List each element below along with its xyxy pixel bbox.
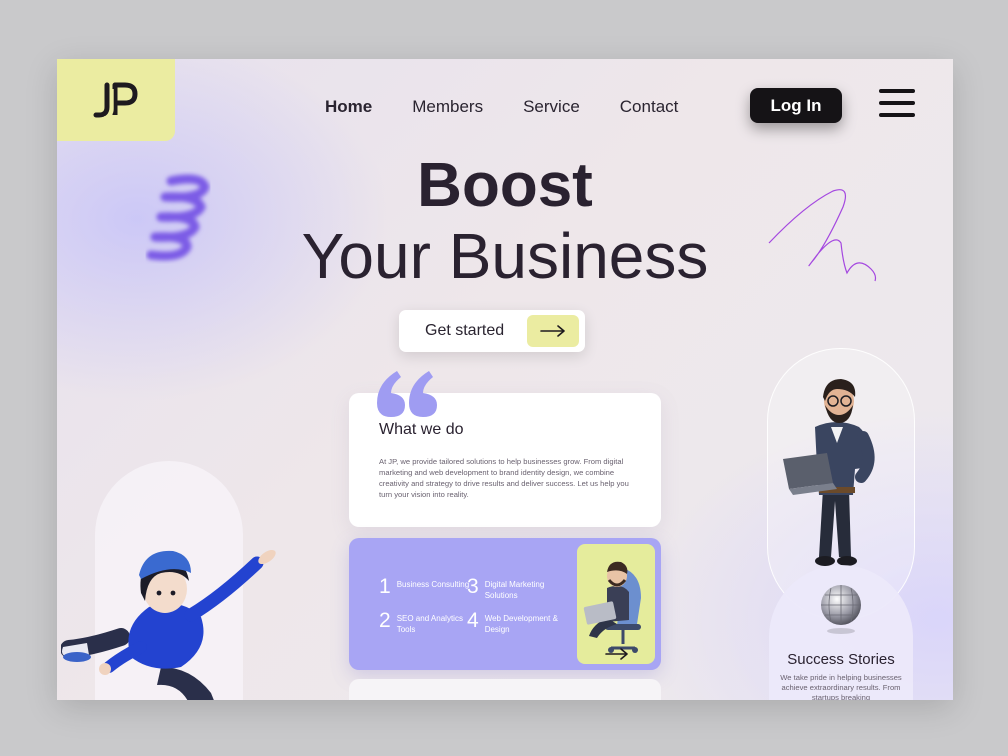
service-label: Web Development & Design (484, 614, 558, 634)
service-label: Digital Marketing Solutions (484, 580, 545, 600)
menu-line (879, 101, 915, 105)
hamburger-icon[interactable] (879, 89, 915, 123)
service-number: 1 (379, 575, 391, 598)
service-item[interactable]: 2 SEO and Analytics Tools (379, 610, 473, 635)
get-started-button[interactable]: Get started (399, 310, 585, 352)
success-stories-title: Success Stories (787, 651, 895, 668)
service-item[interactable]: 3 Digital Marketing Solutions (467, 576, 561, 601)
hero-heading: Boost Your Business (57, 151, 953, 291)
menu-line (879, 89, 915, 93)
services-card: 1 Business Consulting 3 Digital Marketin… (349, 538, 661, 670)
service-label: Business Consulting (396, 580, 470, 589)
dancing-woman-illustration (61, 549, 276, 700)
service-item[interactable]: 4 Web Development & Design (467, 610, 561, 635)
logo[interactable] (57, 59, 175, 141)
man-on-chair-illustration (583, 561, 641, 653)
arrow-right-icon[interactable] (605, 648, 629, 660)
menu-line (879, 113, 915, 117)
nav-home[interactable]: Home (325, 97, 372, 117)
service-number: 4 (467, 609, 479, 632)
service-number: 3 (467, 575, 479, 598)
arrow-right-icon (527, 315, 579, 347)
jp-logo-icon (93, 82, 138, 118)
what-we-do-title: What we do (379, 421, 464, 438)
next-card (349, 679, 661, 700)
man-with-laptop-illustration (783, 379, 875, 566)
service-label: SEO and Analytics Tools (396, 614, 463, 634)
landing-page: Home Members Service Contact Log In Boos… (57, 59, 953, 700)
nav-contact[interactable]: Contact (620, 97, 679, 117)
quote-icon (377, 371, 437, 417)
nav-members[interactable]: Members (412, 97, 483, 117)
services-photo[interactable] (577, 544, 655, 664)
service-number: 2 (379, 609, 391, 632)
main-nav: Home Members Service Contact (325, 97, 718, 117)
hero-title-line1: Boost (417, 151, 593, 220)
success-stories-card[interactable]: Success Stories We take pride in helping… (769, 565, 913, 700)
what-we-do-body: At JP, we provide tailored solutions to … (379, 457, 629, 499)
success-stories-body: We take pride in helping businesses achi… (780, 673, 902, 700)
disco-ball-icon (821, 585, 861, 634)
get-started-label: Get started (425, 322, 505, 339)
hero-title-line2: Your Business (301, 220, 709, 292)
service-item[interactable]: 1 Business Consulting (379, 576, 473, 598)
login-button[interactable]: Log In (750, 88, 842, 123)
nav-service[interactable]: Service (523, 97, 580, 117)
